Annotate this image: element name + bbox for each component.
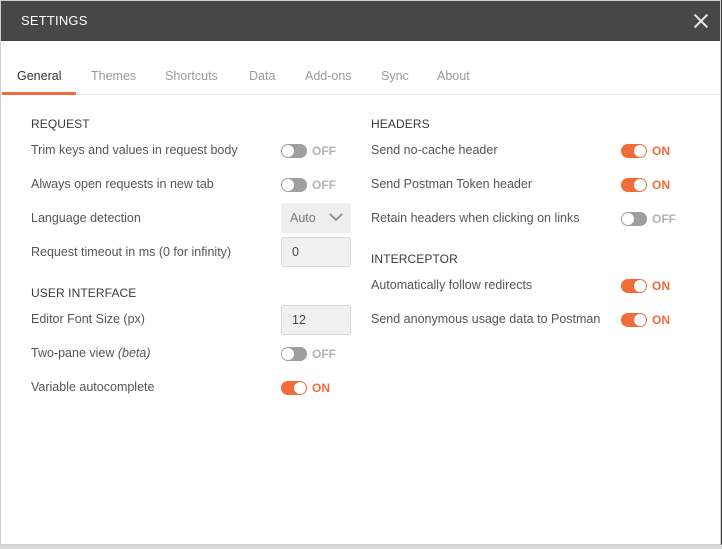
variable-autocomplete-label: Variable autocomplete [31,380,155,394]
anonymous-usage-state: ON [652,313,670,327]
tab-themes[interactable]: Themes [91,69,136,83]
beta-tag: (beta) [117,346,151,360]
editor-font-size-label: Editor Font Size (px) [31,312,145,326]
no-cache-header-toggle[interactable] [621,144,647,158]
always-open-state: OFF [312,178,336,192]
language-detection-label: Language detection [31,211,141,225]
tab-general[interactable]: General [17,69,61,83]
tab-shortcuts[interactable]: Shortcuts [165,69,218,83]
editor-font-size-input[interactable]: 12 [281,305,351,335]
retain-headers-state: OFF [652,212,676,226]
two-pane-view-state: OFF [312,347,336,361]
language-detection-value: Auto [290,211,316,225]
request-timeout-input[interactable]: 0 [281,237,351,267]
trim-keys-state: OFF [312,144,336,158]
modal-title: SETTINGS [21,13,88,28]
variable-autocomplete-toggle[interactable] [281,381,307,395]
toggle-knob [282,348,294,360]
tab-data[interactable]: Data [249,69,275,83]
postman-token-header-toggle[interactable] [621,178,647,192]
toggle-knob [282,179,294,191]
language-detection-select[interactable]: Auto [281,203,351,233]
follow-redirects-toggle[interactable] [621,279,647,293]
tab-sync[interactable]: Sync [381,69,409,83]
toggle-knob [634,145,646,157]
toggle-knob [294,382,306,394]
chevron-down-icon [329,213,343,222]
modal-titlebar: SETTINGS [1,1,720,41]
active-tab-indicator [2,92,76,95]
retain-headers-label: Retain headers when clicking on links [371,211,580,225]
retain-headers-toggle[interactable] [621,212,647,226]
follow-redirects-label: Automatically follow redirects [371,278,533,292]
always-open-toggle[interactable] [281,178,307,192]
anonymous-usage-label: Send anonymous usage data to Postman [371,312,601,326]
follow-redirects-state: ON [652,279,670,293]
toggle-knob [634,280,646,292]
postman-token-header-label: Send Postman Token header [371,177,532,191]
no-cache-header-state: ON [652,144,670,158]
anonymous-usage-toggle[interactable] [621,313,647,327]
section-interceptor-heading: INTERCEPTOR [371,252,458,266]
no-cache-header-label: Send no-cache header [371,143,498,157]
close-icon[interactable] [692,12,710,30]
tab-about[interactable]: About [437,69,470,83]
toggle-knob [634,179,646,191]
toggle-knob [282,145,294,157]
two-pane-view-label: Two-pane view (beta) [31,346,151,360]
two-pane-view-toggle[interactable] [281,347,307,361]
request-timeout-label: Request timeout in ms (0 for infinity) [31,245,232,259]
trim-keys-toggle[interactable] [281,144,307,158]
toggle-knob [634,314,646,326]
settings-modal: SETTINGS General Themes Shortcuts Data A… [0,0,721,545]
toggle-knob [622,213,634,225]
section-headers-heading: HEADERS [371,117,430,131]
section-request-heading: REQUEST [31,117,90,131]
trim-keys-label: Trim keys and values in request body [31,143,238,157]
two-pane-view-text: Two-pane view [31,346,118,360]
background-window-edge [0,545,722,549]
variable-autocomplete-state: ON [312,381,330,395]
postman-token-header-state: ON [652,178,670,192]
always-open-label: Always open requests in new tab [31,177,214,191]
settings-tabs: General Themes Shortcuts Data Add-ons Sy… [1,59,720,95]
tab-add-ons[interactable]: Add-ons [305,69,352,83]
section-user-interface-heading: USER INTERFACE [31,286,137,300]
